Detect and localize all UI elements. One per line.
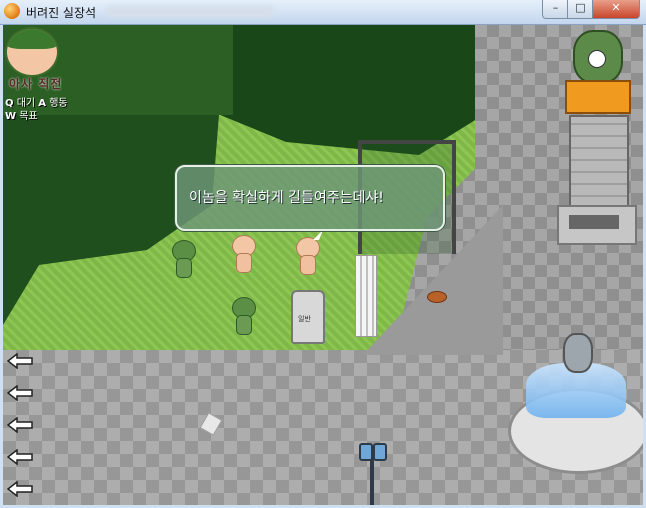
trash-can-label: 일반 xyxy=(298,315,311,323)
npc-naked-creature[interactable] xyxy=(231,235,256,275)
blurred-title-suffix xyxy=(106,6,274,17)
street-lamp-icon xyxy=(373,443,387,461)
statue-pillar xyxy=(569,115,629,209)
control-hint-row-2: W 목표 xyxy=(5,107,38,122)
back-arrow-icon[interactable] xyxy=(7,385,33,401)
fountain[interactable] xyxy=(508,333,643,474)
trash-can[interactable]: 일반 xyxy=(291,290,325,344)
statue-cap xyxy=(565,80,631,114)
maximize-icon: □ xyxy=(575,1,586,14)
npc-green-creature[interactable] xyxy=(171,240,196,280)
maximize-button[interactable]: □ xyxy=(567,0,594,19)
game-window: 버려진 실장석 – □ ✕ 일반 아사 직전 Q 대기 A 행동 W 목표 이놈… xyxy=(0,0,646,508)
game-viewport[interactable]: 일반 아사 직전 Q 대기 A 행동 W 목표 이놈을 확실하게 길들여주는데샤… xyxy=(3,25,643,505)
avatar xyxy=(5,27,59,77)
npc-body xyxy=(300,255,316,275)
key-w: W xyxy=(5,111,17,122)
dialog-text: 이놈을 확실하게 길들여주는데샤! xyxy=(189,190,384,206)
player-character[interactable] xyxy=(231,297,256,337)
fountain-icon xyxy=(563,333,593,373)
close-button[interactable]: ✕ xyxy=(592,0,640,19)
close-icon: ✕ xyxy=(611,1,621,14)
window-title: 버려진 실장석 xyxy=(26,6,97,20)
status-hud: 아사 직전 Q 대기 A 행동 W 목표 xyxy=(3,25,93,125)
minimize-button[interactable]: – xyxy=(542,0,569,19)
key-a-label: 행동 xyxy=(49,98,68,109)
lamp-pole xyxy=(370,457,374,505)
avatar-hood xyxy=(7,29,57,49)
back-arrow-icon[interactable] xyxy=(7,417,33,433)
npc-speaking-creature[interactable] xyxy=(295,237,320,277)
bread-icon[interactable] xyxy=(427,291,447,303)
white-fence xyxy=(355,255,377,337)
back-arrow-icon[interactable] xyxy=(7,353,33,369)
hunger-status: 아사 직전 xyxy=(9,77,63,91)
clock-statue-icon xyxy=(573,30,623,84)
npc-body xyxy=(236,253,252,273)
dialog-box[interactable]: 이놈을 확실하게 길들여주는데샤! xyxy=(175,165,445,231)
back-arrow-icon[interactable] xyxy=(7,481,33,497)
clock-icon xyxy=(588,50,606,68)
street-lamp-icon xyxy=(359,443,373,461)
npc-body xyxy=(176,258,192,278)
player-body xyxy=(236,315,252,335)
back-arrow-icon[interactable] xyxy=(7,449,33,465)
key-a: A xyxy=(38,98,47,109)
street-lamp xyxy=(359,443,387,505)
app-icon xyxy=(4,3,20,19)
minimize-icon: – xyxy=(552,1,559,14)
title-bar[interactable]: 버려진 실장석 – □ ✕ xyxy=(0,0,646,25)
statue-base xyxy=(557,205,637,245)
clock-statue[interactable] xyxy=(557,25,637,255)
key-w-label: 목표 xyxy=(19,111,38,122)
statue-plaque xyxy=(569,215,619,229)
